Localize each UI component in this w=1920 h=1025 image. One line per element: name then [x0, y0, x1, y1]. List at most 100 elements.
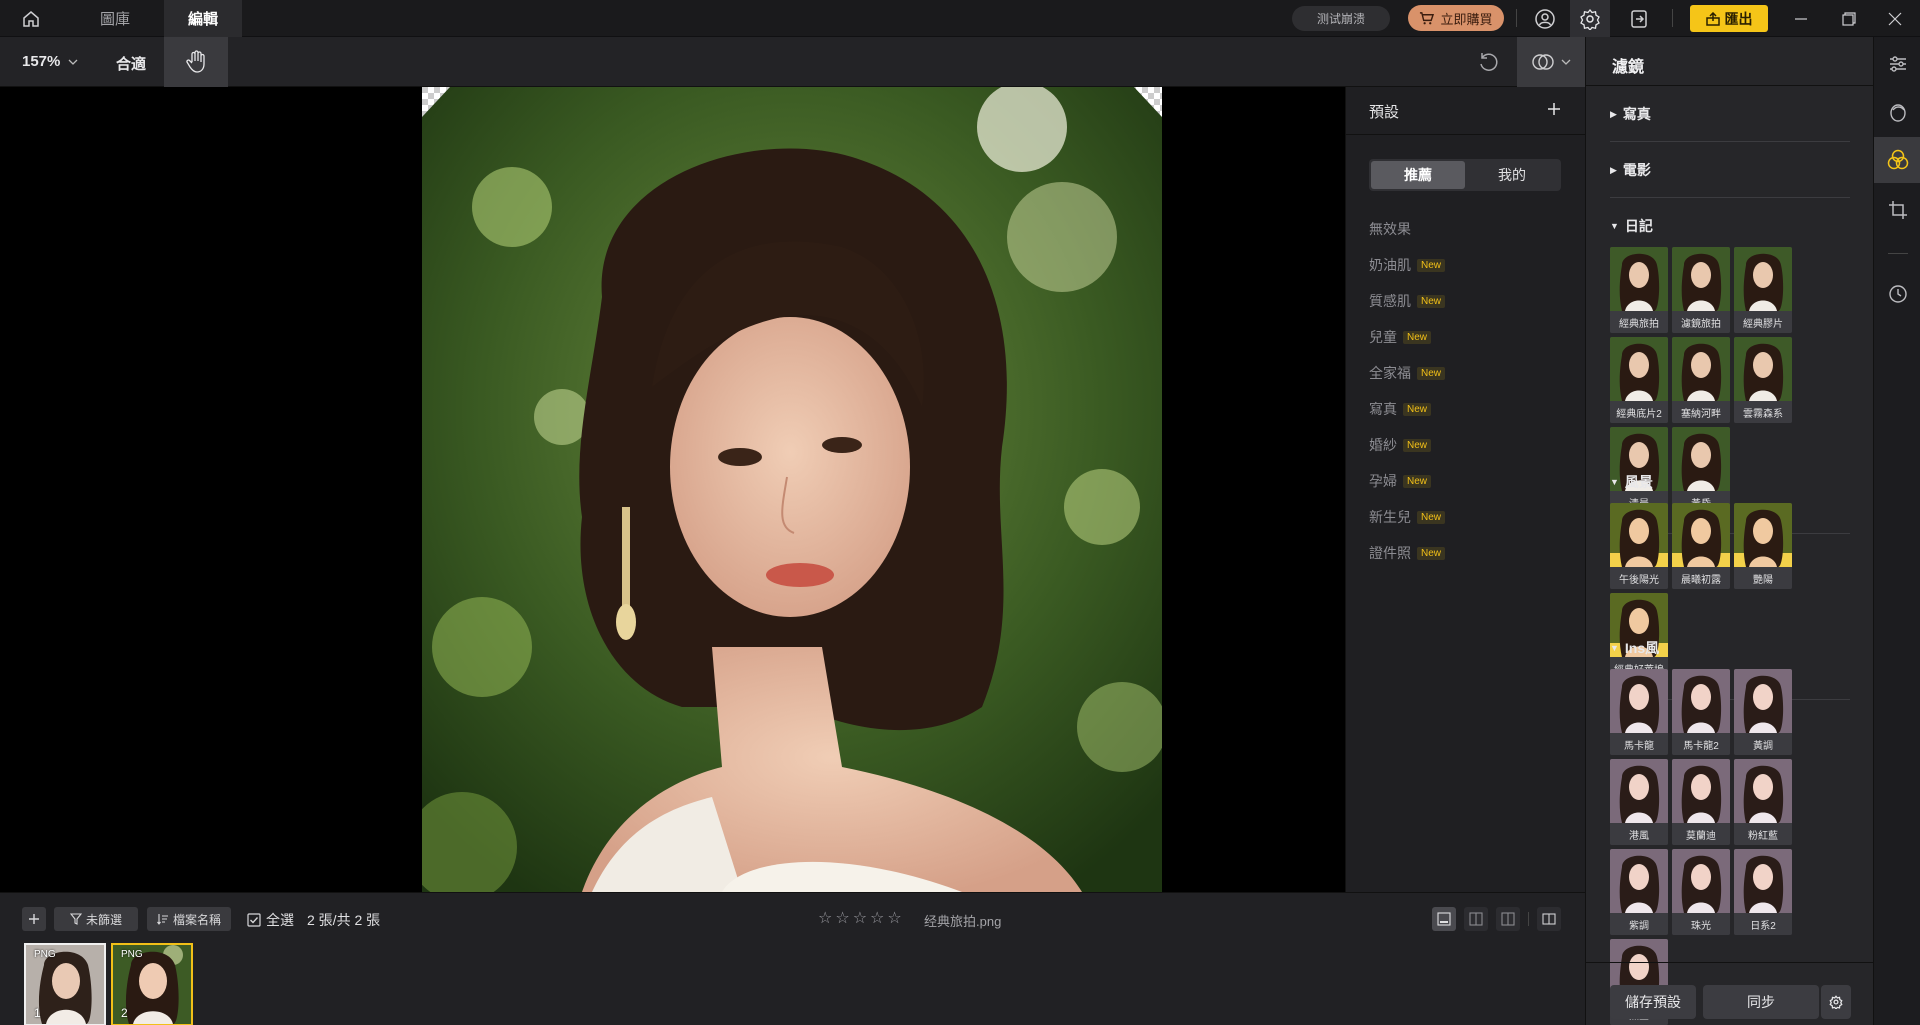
caret-down-icon: ▼: [1610, 643, 1619, 653]
filter-thumb[interactable]: 莫蘭迪: [1672, 759, 1730, 845]
section-title: 風景: [1624, 474, 1653, 490]
export-button[interactable]: 匯出: [1690, 5, 1768, 32]
preset-label: 兒童: [1369, 329, 1397, 345]
reset-icon[interactable]: [1472, 47, 1504, 77]
filter-thumb[interactable]: 濾鏡旅拍: [1672, 247, 1730, 333]
section-header[interactable]: ▶ 電影: [1610, 155, 1850, 185]
filter-thumb[interactable]: 黃調: [1734, 669, 1792, 755]
tab-library[interactable]: 圖庫: [76, 0, 154, 37]
filter-thumb[interactable]: 馬卡龍2: [1672, 669, 1730, 755]
filter-preview-image: [1610, 669, 1668, 733]
star-icon[interactable]: ☆: [870, 908, 884, 928]
filter-thumb-label: 經典膠片: [1734, 311, 1792, 333]
filter-thumb-label: 經典底片2: [1610, 401, 1668, 423]
filter-thumb[interactable]: 經典膠片: [1734, 247, 1792, 333]
add-preset-icon[interactable]: [1542, 97, 1566, 121]
filter-preview-image: [1610, 759, 1668, 823]
crop-icon[interactable]: [1874, 187, 1920, 233]
new-badge: New: [1417, 294, 1446, 308]
preset-label: 新生兒: [1369, 509, 1411, 525]
star-icon[interactable]: ☆: [818, 908, 832, 928]
minimize-icon[interactable]: [1784, 4, 1818, 34]
preset-item[interactable]: 質感肌 New: [1369, 283, 1569, 319]
view-split-right-icon[interactable]: [1496, 907, 1520, 931]
filmstrip-thumb[interactable]: PNG 2: [111, 943, 193, 1025]
retouch-face-icon[interactable]: [1874, 89, 1920, 135]
history-clock-icon[interactable]: [1874, 271, 1920, 317]
section-header[interactable]: ▶ 寫真: [1610, 99, 1850, 129]
adjust-sliders-icon[interactable]: [1874, 41, 1920, 87]
view-filmstrip-icon[interactable]: [1432, 907, 1456, 931]
preset-label: 婚紗: [1369, 437, 1397, 453]
test-crash-button[interactable]: 测试崩溃: [1292, 6, 1390, 31]
sort-dropdown[interactable]: 檔案名稱: [147, 907, 231, 931]
section-header[interactable]: ▼ 風景: [1610, 467, 1850, 497]
select-all-checkbox[interactable]: 全選: [247, 910, 294, 930]
preset-item[interactable]: 無效果: [1369, 211, 1569, 247]
new-badge: New: [1417, 546, 1446, 560]
account-icon[interactable]: [1530, 4, 1560, 34]
tab-edit[interactable]: 編輯: [164, 0, 242, 37]
filter-thumb[interactable]: 紫調: [1610, 849, 1668, 935]
preset-item[interactable]: 新生兒 New: [1369, 499, 1569, 535]
star-icon[interactable]: ☆: [887, 908, 901, 928]
chevron-down-icon: [68, 59, 78, 65]
save-preset-button[interactable]: 儲存預設: [1610, 985, 1696, 1019]
image-canvas[interactable]: [0, 87, 1345, 892]
section-title: 電影: [1622, 162, 1651, 178]
filter-thumb[interactable]: 日系2: [1734, 849, 1792, 935]
sort-icon: [157, 914, 168, 925]
settings-gear-icon[interactable]: [1570, 0, 1610, 37]
section-header[interactable]: ▼ Ins風: [1610, 633, 1850, 663]
filter-dropdown[interactable]: 未篩選: [54, 907, 138, 931]
buy-now-button[interactable]: 立即購買: [1408, 5, 1504, 31]
preset-label: 全家福: [1369, 365, 1411, 381]
filter-thumb[interactable]: 經典旅拍: [1610, 247, 1668, 333]
preset-item[interactable]: 兒童 New: [1369, 319, 1569, 355]
filter-thumb[interactable]: 午後陽光: [1610, 503, 1668, 589]
filter-thumb-label: 粉紅藍: [1734, 823, 1792, 845]
star-icon[interactable]: ☆: [853, 908, 867, 928]
rating-stars[interactable]: ☆ ☆ ☆ ☆ ☆: [818, 908, 902, 928]
filters-icon[interactable]: [1874, 137, 1920, 183]
filmstrip-thumb[interactable]: PNG 1: [24, 943, 106, 1025]
preset-item[interactable]: 婚紗 New: [1369, 427, 1569, 463]
editor-toolbar: 157% 合適: [0, 37, 1585, 87]
section-header[interactable]: ▼ 日記: [1610, 211, 1850, 241]
add-photo-button[interactable]: [22, 907, 46, 931]
filter-thumb[interactable]: 雲霧森系: [1734, 337, 1792, 423]
filter-thumb[interactable]: 晨曦初露: [1672, 503, 1730, 589]
filter-thumb[interactable]: 馬卡龍: [1610, 669, 1668, 755]
segment-mine[interactable]: 我的: [1465, 161, 1559, 189]
sync-button[interactable]: 同步: [1703, 985, 1819, 1019]
view-compare-icon[interactable]: [1537, 907, 1561, 931]
preset-item[interactable]: 證件照 New: [1369, 535, 1569, 571]
filter-thumb[interactable]: 粉紅藍: [1734, 759, 1792, 845]
tool-rail: [1873, 37, 1920, 1025]
preset-item[interactable]: 寫真 New: [1369, 391, 1569, 427]
compare-dropdown[interactable]: [1517, 37, 1585, 87]
view-split-left-icon[interactable]: [1464, 907, 1488, 931]
star-icon[interactable]: ☆: [835, 908, 849, 928]
restore-icon[interactable]: [1832, 4, 1866, 34]
hand-tool-icon[interactable]: [164, 37, 228, 87]
exit-import-icon[interactable]: [1624, 4, 1654, 34]
filter-thumb[interactable]: 港風: [1610, 759, 1668, 845]
home-icon[interactable]: [18, 6, 44, 32]
filters-panel: 濾鏡 ▶ 寫真 ▶ 電影 ▼ 日記 經典旅拍 濾鏡旅拍 經典膠片 經典底片2 塞納河畔 雲霧森系…: [1585, 37, 1874, 1025]
preset-item[interactable]: 全家福 New: [1369, 355, 1569, 391]
preset-label: 無效果: [1369, 221, 1411, 237]
segment-recommended[interactable]: 推薦: [1371, 161, 1465, 189]
preset-item[interactable]: 奶油肌 New: [1369, 247, 1569, 283]
filter-thumb[interactable]: 塞納河畔: [1672, 337, 1730, 423]
filter-thumb[interactable]: 經典底片2: [1610, 337, 1668, 423]
fit-button[interactable]: 合適: [116, 53, 146, 74]
filter-thumb[interactable]: 珠光: [1672, 849, 1730, 935]
sync-settings-gear-icon[interactable]: [1821, 985, 1851, 1019]
zoom-dropdown[interactable]: 157%: [22, 53, 78, 70]
new-badge: New: [1403, 402, 1432, 416]
filter-thumb[interactable]: 艷陽: [1734, 503, 1792, 589]
close-icon[interactable]: [1878, 4, 1912, 34]
preset-item[interactable]: 孕婦 New: [1369, 463, 1569, 499]
filter-thumb-label: 紫調: [1610, 913, 1668, 935]
